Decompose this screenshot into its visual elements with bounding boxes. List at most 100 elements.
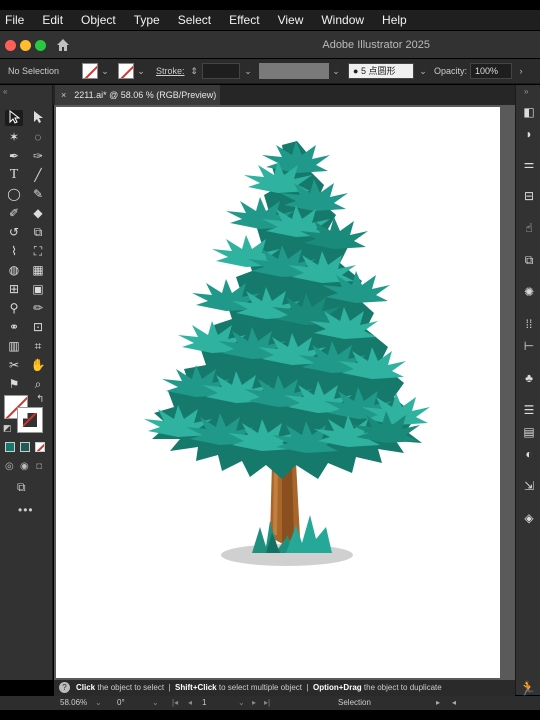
measure-icon[interactable]: ✏ — [29, 300, 47, 316]
menu-edit[interactable]: Edit — [42, 13, 63, 27]
menu-effect[interactable]: Effect — [229, 13, 259, 27]
stroke-weight-input[interactable] — [202, 63, 240, 79]
scale-icon[interactable]: ⧉ — [29, 224, 47, 240]
artboard-tool-icon[interactable]: ⌗ — [29, 338, 47, 354]
warp-tool-icon[interactable]: ⌇ — [5, 243, 23, 259]
default-colors-icon[interactable]: ◩ — [3, 423, 12, 434]
stroke-color-box[interactable] — [17, 407, 43, 433]
artboard-number[interactable]: 1 — [202, 698, 206, 707]
stroke-panel-icon[interactable]: ☰ — [522, 403, 536, 417]
lasso-icon[interactable]: ◌ — [29, 129, 47, 145]
properties-panel-icon[interactable]: ◧ — [522, 105, 536, 119]
draw-inside-icon[interactable]: ◘ — [36, 461, 42, 472]
screen-mode-icon[interactable]: ⧉ — [17, 480, 26, 495]
eyedropper-icon[interactable]: ⚲ — [5, 300, 23, 316]
export-panel-icon[interactable]: ⇲ — [522, 479, 536, 493]
draw-behind-icon[interactable]: ◉ — [20, 461, 29, 472]
next-artboard-icon[interactable]: ▸ — [252, 698, 256, 707]
free-transform-icon[interactable]: ⛶ — [29, 243, 47, 259]
zoom-chevron-icon[interactable]: ⌄ — [95, 698, 102, 707]
artboard-chevron-icon[interactable]: ⌄ — [238, 698, 245, 707]
menu-select[interactable]: Select — [178, 13, 211, 27]
zoom-level[interactable]: 58.06% — [60, 698, 87, 707]
artboard[interactable] — [56, 107, 500, 678]
layers-stack-icon[interactable]: ⧉ — [522, 253, 536, 267]
curvature-tool-icon[interactable]: ✑ — [29, 148, 47, 164]
transform-panel-icon[interactable]: ⊟ — [522, 189, 536, 203]
menu-type[interactable]: Type — [134, 13, 160, 27]
magic-wand-icon[interactable]: ✶ — [5, 129, 23, 145]
menu-help[interactable]: Help — [382, 13, 407, 27]
collapse-panel-icon[interactable]: « — [3, 87, 7, 96]
column-graph-icon[interactable]: ▥ — [5, 338, 23, 354]
pen-tool-icon[interactable]: ✒ — [5, 148, 23, 164]
fill-dropdown-chevron-icon[interactable]: ⌄ — [100, 65, 110, 77]
symbol-sprayer-icon[interactable]: ⊡ — [29, 319, 47, 335]
opacity-arrow-icon[interactable]: › — [516, 65, 526, 77]
gradient-tool-icon[interactable]: ▣ — [29, 281, 47, 297]
print-tiling-icon[interactable]: ⚑ — [5, 376, 23, 392]
zoom-window-button[interactable] — [35, 40, 46, 51]
align-panel-icon[interactable]: ⊢ — [522, 339, 536, 353]
line-tool-icon[interactable]: ╱ — [29, 167, 47, 183]
draw-normal-icon[interactable]: ◎ — [5, 461, 14, 472]
menu-file[interactable]: File — [5, 13, 24, 27]
ellipse-tool-icon[interactable]: ◯ — [5, 186, 23, 202]
swap-fill-stroke-icon[interactable]: ↰ — [36, 394, 44, 405]
brush-definition-field[interactable]: ● 5 点圆形 — [348, 63, 414, 79]
edit-toolbar-icon[interactable]: ••• — [18, 503, 34, 517]
status-back-icon[interactable]: ◂ — [452, 698, 456, 707]
home-icon[interactable] — [55, 37, 71, 53]
zoom-icon[interactable]: ⌕ — [29, 376, 47, 392]
mesh-tool-icon[interactable]: ⊞ — [5, 281, 23, 297]
perspective-grid-icon[interactable]: ▦ — [29, 262, 47, 278]
fill-swatch[interactable] — [82, 63, 98, 79]
stroke-swatch[interactable] — [118, 63, 134, 79]
last-artboard-icon[interactable]: ▸| — [264, 698, 270, 707]
appearance-panel-icon[interactable]: ◐ — [522, 447, 536, 461]
menu-object[interactable]: Object — [81, 13, 116, 27]
gradient-mode-icon[interactable] — [20, 442, 30, 452]
brush-chevron-icon[interactable]: ⌄ — [418, 65, 428, 77]
variable-width-profile[interactable] — [259, 63, 329, 79]
document-tab[interactable]: × 2211.ai* @ 58.06 % (RGB/Preview) — [55, 85, 220, 105]
menu-window[interactable]: Window — [321, 13, 364, 27]
slice-tool-icon[interactable]: ✂ — [5, 357, 23, 373]
color-guide-icon[interactable]: ✺ — [522, 285, 536, 299]
stroke-dropdown-chevron-icon[interactable]: ⌄ — [136, 65, 146, 77]
close-tab-icon[interactable]: × — [61, 90, 66, 100]
menu-view[interactable]: View — [278, 13, 304, 27]
shaper-tool-icon[interactable]: ✐ — [5, 205, 23, 221]
symbols-panel-icon[interactable]: ♣ — [522, 371, 536, 385]
rotation-chevron-icon[interactable]: ⌄ — [152, 698, 159, 707]
first-artboard-icon[interactable]: |◂ — [172, 698, 178, 707]
eraser-icon[interactable]: ◆ — [29, 205, 47, 221]
direct-selection-icon[interactable] — [29, 110, 47, 126]
minimize-window-button[interactable] — [20, 40, 31, 51]
adjust-panel-icon[interactable]: ⚌ — [522, 157, 536, 171]
gradient-panel-icon[interactable]: ▤ — [522, 425, 536, 439]
stroke-weight-chevron-icon[interactable]: ⌄ — [243, 65, 253, 77]
help-icon[interactable]: ? — [59, 682, 70, 694]
stroke-stepper-icon[interactable]: ⇕ — [189, 65, 199, 77]
rotate-icon[interactable]: ↺ — [5, 224, 23, 240]
blend-tool-icon[interactable]: ⚭ — [5, 319, 23, 335]
opacity-input[interactable]: 100% — [470, 63, 512, 79]
layers-panel-icon[interactable]: ◈ — [522, 511, 536, 525]
stroke-label[interactable]: Stroke: — [156, 66, 185, 76]
grid-panel-icon[interactable]: ⁞⁞ — [522, 317, 536, 331]
hand-icon[interactable]: ✋ — [29, 357, 47, 373]
prev-artboard-icon[interactable]: ◂ — [188, 698, 192, 707]
cursor-panel-icon[interactable]: ☝ — [522, 221, 536, 235]
shape-builder-icon[interactable]: ◍ — [5, 262, 23, 278]
status-menu-icon[interactable]: ▸ — [436, 698, 440, 707]
type-tool-icon[interactable]: T — [5, 167, 23, 183]
rotation-value[interactable]: 0° — [117, 698, 125, 707]
tree-illustration[interactable] — [56, 107, 500, 678]
expand-panels-icon[interactable]: » — [524, 87, 528, 96]
canvas-area[interactable] — [54, 105, 515, 680]
paintbrush-icon[interactable]: ✎ — [29, 186, 47, 202]
selection-tool-icon[interactable] — [5, 109, 23, 126]
libraries-panel-icon[interactable]: ◗ — [522, 127, 536, 141]
color-mode-icon[interactable] — [5, 442, 15, 452]
